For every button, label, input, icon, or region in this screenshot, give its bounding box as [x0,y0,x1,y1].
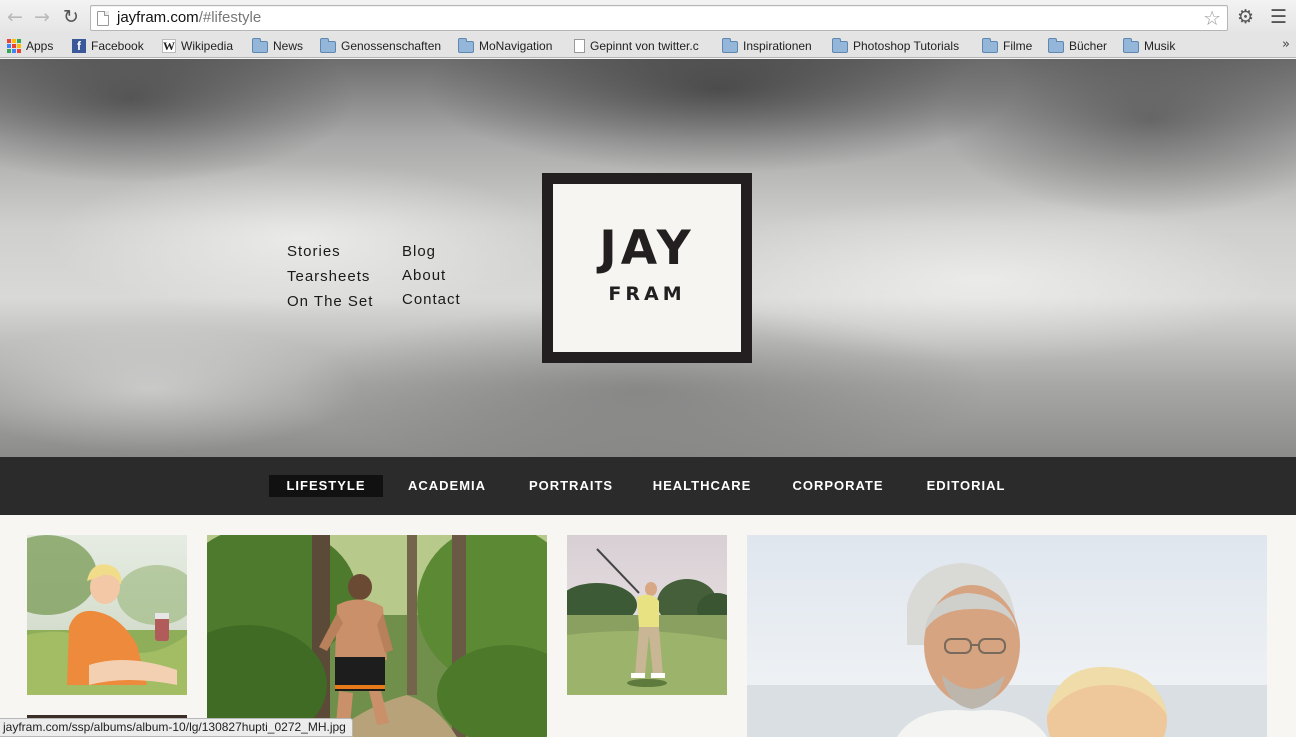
golfer-swinging-photo-graphic [567,535,727,695]
site-menu-right: Blog About Contact [402,242,461,314]
folder-icon [722,38,738,53]
address-bar[interactable]: jayfram.com/#lifestyle ☆ [90,5,1228,31]
nav-link-contact[interactable]: Contact [402,290,461,314]
nav-link-blog[interactable]: Blog [402,242,461,266]
bookmark-photoshop-tutorials[interactable]: Photoshop Tutorials [832,38,959,54]
logo-line-fram: FRAM [608,283,686,305]
bookmark-news[interactable]: News [252,38,303,54]
bookmark-facebook[interactable]: f Facebook [72,38,144,54]
bookmark-label: Apps [26,39,54,53]
nav-link-about[interactable]: About [402,266,461,290]
category-tab-corporate[interactable]: CORPORATE [789,475,887,497]
site-logo[interactable]: JAY FRAM [542,173,752,363]
nav-link-stories[interactable]: Stories [287,242,373,267]
page-icon [97,11,109,26]
bookmark-label: Bücher [1069,39,1108,53]
bookmark-label: News [273,39,304,53]
bookmark-monavigation[interactable]: MoNavigation [458,38,552,54]
man-running-on-forest-trail-photo-graphic [207,535,547,737]
category-bar: LIFESTYLE ACADEMIA PORTRAITS HEALTHCARE … [0,457,1296,515]
photo-gallery [0,515,1296,737]
category-tab-healthcare[interactable]: HEALTHCARE [650,475,754,497]
elderly-couple-portrait-photo-graphic [747,535,1267,737]
bookmark-label: Photoshop Tutorials [853,39,960,53]
document-icon [574,39,585,53]
back-arrow-icon[interactable]: ← [4,6,26,28]
bookmark-label: Wikipedia [181,39,234,53]
url-text[interactable]: jayfram.com/#lifestyle [117,9,261,26]
bookmark-wikipedia[interactable]: W Wikipedia [162,38,233,54]
woman-sitting-in-field-photo[interactable] [27,535,187,695]
bookmark-filme[interactable]: Filme [982,38,1032,54]
bookmark-label: Filme [1003,39,1033,53]
bookmark-musik[interactable]: Musik [1123,38,1175,54]
folder-icon [252,38,268,53]
category-tab-editorial[interactable]: EDITORIAL [922,475,1010,497]
menu-icon[interactable]: ☰ [1270,6,1287,28]
wikipedia-icon: W [162,39,176,53]
link-status-bar: jayfram.com/ssp/albums/album-10/lg/13082… [0,718,353,737]
facebook-icon: f [72,39,86,53]
logo-line-jay: JAY [599,221,695,276]
bookmark-genossenschaften[interactable]: Genossenschaften [320,38,441,54]
apps-grid-icon [7,39,21,53]
bookmark-label: Inspirationen [743,39,812,53]
bookmarks-bar: Apps f Facebook W Wikipedia News Genosse… [0,35,1296,58]
reload-icon[interactable]: ↻ [60,6,82,28]
nav-link-tearsheets[interactable]: Tearsheets [287,267,373,292]
bookmark-label: Musik [1144,39,1176,53]
bookmark-label: MoNavigation [479,39,553,53]
folder-icon [320,38,336,53]
category-tab-lifestyle[interactable]: LIFESTYLE [269,475,383,497]
man-running-on-forest-trail-photo[interactable] [207,535,547,737]
url-host: jayfram.com [117,9,199,26]
bookmark-inspirationen[interactable]: Inspirationen [722,38,812,54]
forward-arrow-icon[interactable]: → [31,6,53,28]
hero-cloud-banner: Stories Tearsheets On The Set Blog About… [0,59,1296,457]
site-menu-left: Stories Tearsheets On The Set [287,242,373,317]
nav-link-on-the-set[interactable]: On The Set [287,292,373,317]
folder-icon [1048,38,1064,53]
folder-icon [1123,38,1139,53]
bookmark-buecher[interactable]: Bücher [1048,38,1107,54]
category-tab-academia[interactable]: ACADEMIA [402,475,492,497]
bookmark-star-icon[interactable]: ☆ [1203,7,1221,29]
bookmark-label: Facebook [91,39,144,53]
gear-icon[interactable]: ⚙ [1237,6,1254,28]
folder-icon [982,38,998,53]
folder-icon [458,38,474,53]
chevron-double-right-icon[interactable]: » [1282,37,1290,52]
browser-toolbar: ← → ↻ jayfram.com/#lifestyle ☆ ⚙ ☰ [0,0,1296,35]
bookmark-gepinnt-twitter[interactable]: Gepinnt von twitter.c [574,38,704,54]
category-tab-portraits[interactable]: PORTRAITS [526,475,616,497]
bookmark-label: Gepinnt von twitter.c [590,39,699,53]
woman-sitting-in-field-photo-graphic [27,535,187,695]
bookmark-label: Genossenschaften [341,39,442,53]
folder-icon [832,38,848,53]
bookmark-apps[interactable]: Apps [7,38,53,54]
golfer-swinging-photo[interactable] [567,535,727,695]
elderly-couple-portrait-photo[interactable] [747,535,1267,737]
url-path: /#lifestyle [198,9,262,26]
